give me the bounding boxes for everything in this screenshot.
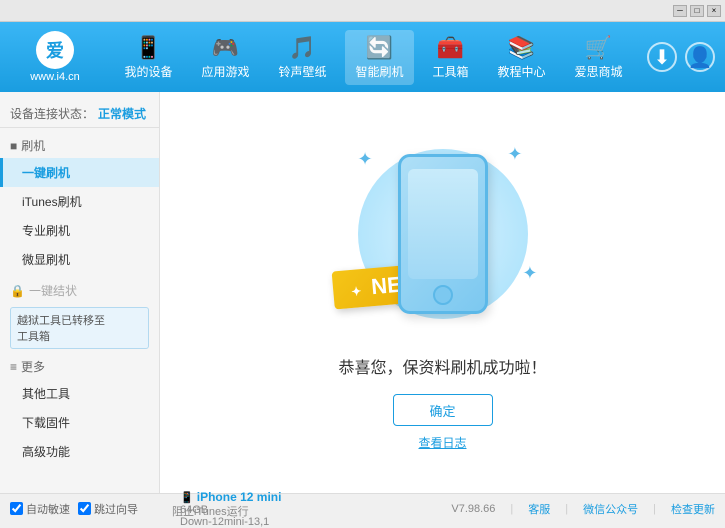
divider-2: | bbox=[565, 503, 568, 515]
nav-my-device-label: 我的设备 bbox=[124, 63, 172, 80]
sparkle-3: ✦ bbox=[522, 263, 537, 284]
phone-body bbox=[398, 154, 488, 314]
nav-smart-flash[interactable]: 🔄 智能刷机 bbox=[345, 30, 413, 85]
ringtone-icon: 🎵 bbox=[289, 35, 316, 61]
content-area: ✦ ✦ ✦ NEW 恭喜您，保资料刷机成功啦！ 确定 查看日志 bbox=[160, 92, 725, 493]
lock-icon: 🔒 bbox=[10, 284, 25, 298]
download-button[interactable]: ⬇ bbox=[647, 42, 677, 72]
update-link[interactable]: 检查更新 bbox=[671, 501, 715, 517]
review-log-link[interactable]: 查看日志 bbox=[418, 434, 466, 451]
more-icon: ≡ bbox=[10, 360, 17, 374]
itunes-flash-label: iTunes刷机 bbox=[22, 195, 82, 209]
sidebar-item-dfu-flash[interactable]: 微显刷机 bbox=[0, 245, 159, 274]
flash-section-icon: ■ bbox=[10, 139, 17, 153]
auto-save-input[interactable] bbox=[10, 502, 23, 515]
jailbreak-note: 越狱工具已转移至工具箱 bbox=[10, 307, 149, 349]
version-label: V7.98.66 bbox=[451, 503, 495, 515]
shop-icon: 🛒 bbox=[585, 35, 612, 61]
close-button[interactable]: × bbox=[707, 5, 721, 17]
sidebar-item-other-tools[interactable]: 其他工具 bbox=[0, 379, 159, 408]
success-message: 恭喜您，保资料刷机成功啦！ bbox=[338, 354, 546, 378]
flash-section-label: 刷机 bbox=[21, 137, 45, 154]
restore-section-title: 🔒 一键结状 bbox=[0, 278, 159, 303]
auto-save-checkbox[interactable]: 自动敏速 bbox=[10, 501, 70, 517]
toolbox-icon: 🧰 bbox=[437, 35, 464, 61]
pro-flash-label: 专业刷机 bbox=[22, 224, 70, 238]
phone-screen bbox=[408, 169, 478, 279]
success-illustration: ✦ ✦ ✦ NEW bbox=[343, 134, 543, 334]
nav-apps-games[interactable]: 🎮 应用游戏 bbox=[191, 30, 259, 85]
logo: 爱 www.i4.cn bbox=[10, 31, 100, 83]
nav-shop-label: 爱思商城 bbox=[574, 63, 622, 80]
phone-illustration bbox=[398, 154, 488, 314]
window-controls[interactable]: ─ □ × bbox=[673, 5, 721, 17]
nav-my-device[interactable]: 📱 我的设备 bbox=[114, 30, 182, 85]
nav-ringtones[interactable]: 🎵 铃声壁纸 bbox=[268, 30, 336, 85]
skip-wizard-checkbox[interactable]: 跳过向导 bbox=[78, 501, 138, 517]
support-link[interactable]: 客服 bbox=[528, 501, 550, 517]
apps-icon: 🎮 bbox=[212, 35, 239, 61]
divider-1: | bbox=[510, 503, 513, 515]
device-status: 设备连接状态： 正常模式 bbox=[0, 100, 159, 128]
title-bar: ─ □ × bbox=[0, 0, 725, 22]
nav-apps-label: 应用游戏 bbox=[201, 63, 249, 80]
device-icon: 📱 bbox=[180, 492, 197, 504]
itunes-status-text: 阻止iTunes运行 bbox=[172, 506, 249, 518]
other-tools-label: 其他工具 bbox=[22, 387, 70, 401]
sidebar: 设备连接状态： 正常模式 ■ 刷机 一键刷机 iTunes刷机 专业刷机 微显刷… bbox=[0, 92, 160, 493]
skip-wizard-label: 跳过向导 bbox=[94, 501, 138, 517]
user-button[interactable]: 👤 bbox=[685, 42, 715, 72]
main-area: 设备连接状态： 正常模式 ■ 刷机 一键刷机 iTunes刷机 专业刷机 微显刷… bbox=[0, 92, 725, 493]
maximize-button[interactable]: □ bbox=[690, 5, 704, 17]
nav-flash-label: 智能刷机 bbox=[355, 63, 403, 80]
flash-icon: 🔄 bbox=[366, 35, 393, 61]
sparkle-2: ✦ bbox=[507, 144, 522, 165]
nav-items: 📱 我的设备 🎮 应用游戏 🎵 铃声壁纸 🔄 智能刷机 🧰 工具箱 📚 教程中心… bbox=[110, 30, 637, 85]
nav-tutorial-label: 教程中心 bbox=[497, 63, 545, 80]
skip-wizard-input[interactable] bbox=[78, 502, 91, 515]
wechat-link[interactable]: 微信公众号 bbox=[583, 501, 638, 517]
nav-right: ⬇ 👤 bbox=[647, 42, 715, 72]
tutorial-icon: 📚 bbox=[508, 35, 535, 61]
sidebar-item-pro-flash[interactable]: 专业刷机 bbox=[0, 216, 159, 245]
status-label: 设备连接状态： bbox=[10, 105, 94, 122]
logo-text: www.i4.cn bbox=[30, 71, 80, 83]
itunes-status: 阻止iTunes运行 bbox=[172, 503, 249, 519]
confirm-button[interactable]: 确定 bbox=[393, 394, 493, 426]
download-firmware-label: 下载固件 bbox=[22, 416, 70, 430]
sidebar-item-itunes-flash[interactable]: iTunes刷机 bbox=[0, 187, 159, 216]
flash-section-title: ■ 刷机 bbox=[0, 133, 159, 158]
minimize-button[interactable]: ─ bbox=[673, 5, 687, 17]
logo-icon: 爱 bbox=[36, 31, 74, 69]
my-device-icon: 📱 bbox=[135, 35, 162, 61]
nav-ringtones-label: 铃声壁纸 bbox=[278, 63, 326, 80]
sparkle-1: ✦ bbox=[358, 149, 373, 170]
divider-3: | bbox=[653, 503, 656, 515]
advanced-label: 高级功能 bbox=[22, 445, 70, 459]
device-name: iPhone 12 mini bbox=[197, 490, 282, 504]
bottom-left: 自动敏速 跳过向导 bbox=[10, 501, 170, 517]
status-value: 正常模式 bbox=[98, 105, 146, 122]
nav-toolbox[interactable]: 🧰 工具箱 bbox=[422, 30, 478, 85]
bottom-bar: 自动敏速 跳过向导 📱 iPhone 12 mini 64GB Down-12m… bbox=[0, 493, 725, 523]
dfu-flash-label: 微显刷机 bbox=[22, 253, 70, 267]
more-section-title: ≡ 更多 bbox=[0, 354, 159, 379]
nav-tutorial[interactable]: 📚 教程中心 bbox=[487, 30, 555, 85]
sidebar-item-download-firmware[interactable]: 下载固件 bbox=[0, 408, 159, 437]
top-nav: 爱 www.i4.cn 📱 我的设备 🎮 应用游戏 🎵 铃声壁纸 🔄 智能刷机 … bbox=[0, 22, 725, 92]
nav-toolbox-label: 工具箱 bbox=[432, 63, 468, 80]
more-section-label: 更多 bbox=[21, 358, 45, 375]
jailbreak-note-text: 越狱工具已转移至工具箱 bbox=[17, 315, 105, 343]
restore-section-label: 一键结状 bbox=[29, 282, 77, 299]
one-click-flash-label: 一键刷机 bbox=[22, 166, 70, 180]
phone-home-button bbox=[433, 285, 453, 305]
bottom-right: V7.98.66 | 客服 | 微信公众号 | 检查更新 bbox=[340, 501, 715, 517]
sidebar-item-advanced[interactable]: 高级功能 bbox=[0, 437, 159, 466]
nav-shop[interactable]: 🛒 爱思商城 bbox=[564, 30, 632, 85]
auto-save-label: 自动敏速 bbox=[26, 501, 70, 517]
sidebar-item-one-click-flash[interactable]: 一键刷机 bbox=[0, 158, 159, 187]
